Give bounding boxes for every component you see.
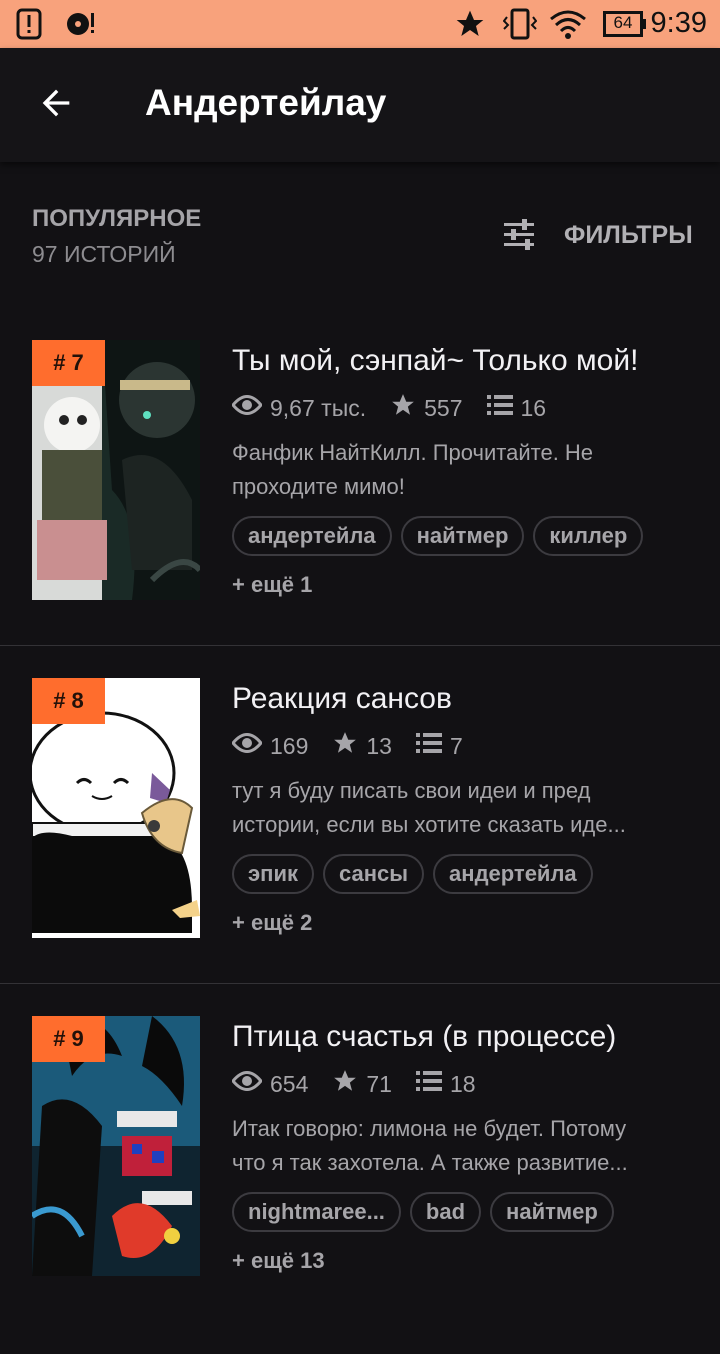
tag-chip[interactable]: найтмер [490,1192,614,1232]
tag-label: эпик [248,861,298,886]
rank-badge: # 8 [32,678,105,724]
divider [0,645,720,646]
tag-chip[interactable]: киллер [533,516,644,556]
star-icon [390,392,424,424]
parts-count: 7 [449,732,463,759]
story-count: 97 ИСТОРИЙ [32,241,176,267]
views-count: 9,67 тыс. [270,394,367,421]
tag-label: сансы [338,861,409,886]
votes-stat: 13 [332,730,392,762]
eye-icon [231,732,270,760]
tag-label: nightmaree... [248,1199,385,1224]
tag-label: киллер [549,523,628,548]
star-icon [332,730,366,762]
tag-chip[interactable]: nightmaree... [232,1192,401,1232]
story-card[interactable]: # 9 Птица счастья (в процессе) 654 71 18… [0,1016,720,1354]
filters-label: ФИЛЬТРЫ [564,221,693,249]
star-icon [454,8,486,45]
views-count: 169 [270,732,309,759]
story-title: Реакция сансов [232,682,452,715]
description-line: истории, если вы хотите сказать иде... [232,812,626,837]
list-icon [415,732,450,760]
story-description: Итак говорю: лимона не будет. Потому что… [232,1112,692,1180]
description-line: Фанфик НайтКилл. Прочитайте. Не [232,440,594,465]
story-description: Фанфик НайтКилл. Прочитайте. Не проходит… [232,436,692,504]
views-count: 654 [270,1070,309,1097]
views-stat: 654 [231,1070,309,1098]
battery-level: 64 [613,13,633,32]
story-title: Птица счастья (в процессе) [232,1020,617,1053]
description-line: Итак говорю: лимона не будет. Потому [232,1116,627,1141]
page-title: Андертейлау [145,82,387,123]
tag-label: андертейла [449,861,577,886]
list-icon [486,394,521,422]
tag-list: nightmaree... bad найтмер [232,1192,623,1232]
story-title: Ты мой, сэнпай~ Только мой! [232,344,639,377]
star-icon [332,1068,366,1100]
music-icon [66,10,98,43]
description-line: проходите мимо! [232,474,405,499]
votes-count: 71 [366,1070,392,1097]
tag-chip[interactable]: bad [409,1192,482,1232]
parts-count: 18 [449,1070,476,1097]
eye-icon [231,1070,270,1098]
filters-button[interactable]: ФИЛЬТРЫ [500,212,700,260]
votes-count: 13 [366,732,392,759]
sliders-icon [500,218,538,257]
story-stats: 169 13 7 [231,730,487,762]
parts-count: 16 [520,394,547,421]
story-stats: 9,67 тыс. 557 16 [231,392,570,424]
sort-title: ПОПУЛЯРНОЕ [32,205,202,232]
app-bar: Андертейлау [0,48,720,162]
status-bar: 64 9:39 [0,0,720,48]
back-button[interactable] [22,71,90,139]
vibrate-icon [502,8,538,45]
divider [0,983,720,984]
story-card[interactable]: # 8 Реакция сансов 169 13 7 тут я буду п… [0,678,720,1016]
parts-stat: 16 [486,394,547,422]
description-line: что я так захотела. А также развитие... [232,1150,628,1175]
more-tags-link[interactable]: + ещё 13 [232,1248,325,1274]
tag-chip[interactable]: найтмер [400,516,525,556]
story-description: тут я буду писать свои идеи и пред истор… [232,774,692,842]
parts-stat: 18 [415,1070,476,1098]
clock: 9:39 [650,7,707,39]
tag-label: найтмер [506,1199,598,1224]
story-card[interactable]: # 7 Ты мой, сэнпай~ Только мой! 9,67 тыс… [0,340,720,678]
alert-icon [16,8,42,45]
tag-chip[interactable]: андертейла [433,854,593,894]
tag-chip[interactable]: сансы [322,854,425,894]
more-tags-link[interactable]: + ещё 2 [232,910,312,936]
eye-icon [231,394,270,422]
views-stat: 169 [231,732,309,760]
parts-stat: 7 [415,732,463,760]
story-stats: 654 71 18 [231,1068,500,1100]
rank-badge: # 7 [32,340,105,386]
description-line: тут я буду писать свои идеи и пред [232,778,591,803]
tag-label: найтмер [416,523,509,548]
votes-stat: 557 [390,392,463,424]
more-tags-link[interactable]: + ещё 1 [232,572,312,598]
tag-label: bad [425,1199,466,1224]
arrow-back-icon [36,83,76,128]
wifi-icon [549,8,587,45]
rank-badge: # 9 [32,1016,105,1062]
tag-list: эпик сансы андертейла [232,854,602,894]
tag-label: андертейла [248,523,376,548]
battery-icon: 64 [603,11,647,37]
tag-list: андертейла найтмер киллер [232,516,652,556]
votes-stat: 71 [332,1068,392,1100]
views-stat: 9,67 тыс. [231,394,367,422]
tag-chip[interactable]: эпик [232,854,314,894]
list-icon [415,1070,450,1098]
tag-chip[interactable]: андертейла [232,516,392,556]
votes-count: 557 [424,394,463,421]
